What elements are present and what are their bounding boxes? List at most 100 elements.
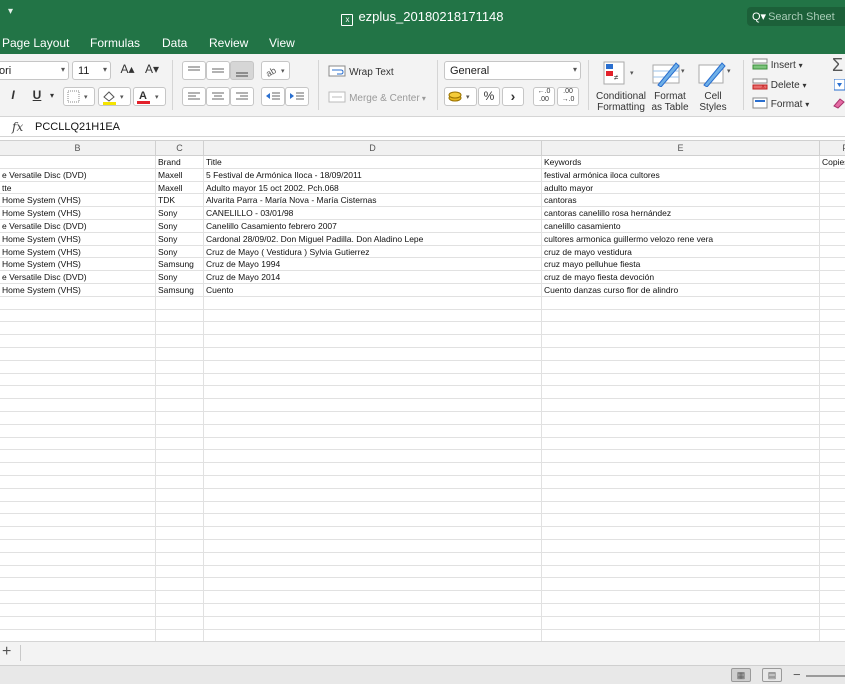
cell-e[interactable]: festival armónica iloca cultores (542, 168, 820, 182)
cell-c[interactable]: Sony (156, 207, 204, 220)
cell-c[interactable] (156, 309, 204, 323)
cell-b[interactable]: e Versatile Disc (DVD) (0, 220, 156, 233)
cell-e[interactable]: cantoras canelillo rosa hernández (542, 207, 820, 220)
align-center-button[interactable] (206, 87, 230, 106)
merge-center-button[interactable]: Merge & Center ▾ (328, 91, 426, 104)
cell-e[interactable] (542, 360, 820, 374)
cell-b[interactable] (0, 322, 156, 336)
tab-review[interactable]: Review (209, 36, 248, 50)
search-sheet-input[interactable]: Q▾ Search Sheet (747, 7, 845, 26)
zoom-out-button[interactable]: − (793, 667, 801, 682)
cell-f[interactable] (820, 540, 845, 553)
shrink-font-button[interactable]: A▾ (141, 61, 163, 80)
cell-c[interactable] (156, 552, 204, 566)
cell-f[interactable] (820, 578, 845, 591)
add-sheet-button[interactable]: + (2, 643, 11, 661)
cell-b[interactable] (0, 373, 156, 387)
cell-c[interactable] (156, 412, 204, 425)
align-left-button[interactable] (182, 87, 206, 106)
cell-b[interactable] (0, 424, 156, 438)
cell-styles-icon[interactable]: ▾ (696, 59, 734, 90)
cell-d[interactable] (204, 629, 542, 641)
font-name-select[interactable]: ori ▾ (0, 61, 69, 80)
cell-c[interactable] (156, 604, 204, 617)
cell-b[interactable] (0, 156, 156, 169)
cell-c[interactable] (156, 322, 204, 336)
font-size-select[interactable]: 11 ▾ (72, 61, 111, 80)
cell-b[interactable] (0, 565, 156, 579)
cell-e[interactable] (542, 476, 820, 489)
cell-d[interactable]: Cruz de Mayo 1994 (204, 258, 542, 272)
cell-f[interactable]: Copies (820, 156, 845, 169)
comma-style-button[interactable]: › (502, 87, 524, 106)
cell-f[interactable] (820, 297, 845, 310)
cell-b[interactable] (0, 488, 156, 502)
cell-e[interactable]: cantoras (542, 194, 820, 208)
format-button[interactable]: Format ▾ (752, 97, 809, 110)
cell-b[interactable]: Home System (VHS) (0, 284, 156, 297)
decrease-indent-button[interactable] (261, 87, 285, 106)
column-header-e[interactable]: E (542, 141, 820, 156)
cell-e[interactable] (542, 450, 820, 464)
underline-button[interactable]: U (28, 87, 46, 106)
cell-b[interactable] (0, 540, 156, 553)
cell-b[interactable]: Home System (VHS) (0, 207, 156, 220)
cell-c[interactable] (156, 591, 204, 604)
cell-f[interactable] (820, 386, 845, 399)
cell-c[interactable] (156, 476, 204, 489)
number-format-select[interactable]: General ▾ (444, 61, 581, 80)
cell-f[interactable] (820, 335, 845, 348)
cell-d[interactable] (204, 386, 542, 400)
page-layout-view-icon[interactable]: ▤ (762, 668, 782, 682)
cell-f[interactable] (820, 412, 845, 425)
cell-e[interactable] (542, 552, 820, 566)
cell-e[interactable]: cultores armonica guillermo velozo rene … (542, 232, 820, 246)
cell-c[interactable]: Sony (156, 232, 204, 246)
cell-b[interactable] (0, 616, 156, 630)
cell-f[interactable] (820, 463, 845, 476)
cell-e[interactable] (542, 514, 820, 528)
cell-d[interactable] (204, 476, 542, 489)
cell-b[interactable] (0, 514, 156, 528)
cell-c[interactable] (156, 501, 204, 515)
cell-c[interactable] (156, 399, 204, 412)
align-middle-button[interactable] (206, 61, 230, 80)
fill-color-button[interactable]: ▾ (98, 87, 131, 106)
formula-input[interactable]: PCCLLQ21H1EA (35, 121, 120, 133)
cell-c[interactable] (156, 437, 204, 451)
cell-b[interactable] (0, 450, 156, 464)
cell-e[interactable] (542, 373, 820, 387)
eraser-icon[interactable] (832, 97, 845, 112)
cell-c[interactable] (156, 616, 204, 630)
sheet-grid[interactable]: BrandTitleKeywordsCopiese Versatile Disc… (0, 156, 845, 641)
cell-f[interactable] (820, 271, 845, 284)
cell-c[interactable]: Sony (156, 245, 204, 259)
cell-b[interactable] (0, 386, 156, 400)
cell-d[interactable]: Cruz de Mayo ( Vestidura ) Sylvia Gutier… (204, 245, 542, 259)
cell-c[interactable] (156, 514, 204, 528)
cell-c[interactable] (156, 296, 204, 310)
cell-e[interactable] (542, 296, 820, 310)
cell-d[interactable] (204, 309, 542, 323)
cell-e[interactable]: adulto mayor (542, 181, 820, 195)
autosum-button[interactable]: Σ (832, 55, 843, 76)
cell-d[interactable] (204, 463, 542, 476)
cell-f[interactable] (820, 617, 845, 630)
fx-icon[interactable]: fx (12, 120, 23, 134)
percent-button[interactable]: % (478, 87, 500, 106)
cell-d[interactable] (204, 348, 542, 361)
cell-b[interactable] (0, 501, 156, 515)
cell-b[interactable] (0, 335, 156, 348)
cell-f[interactable] (820, 258, 845, 271)
cell-e[interactable] (542, 629, 820, 641)
cell-d[interactable] (204, 616, 542, 630)
column-header-d[interactable]: D (204, 141, 542, 156)
cell-c[interactable]: Brand (156, 156, 204, 169)
cell-d[interactable]: Alvarita Parra - María Nova - María Cist… (204, 194, 542, 208)
chevron-down-icon[interactable]: ▾ (47, 91, 57, 103)
fill-down-icon[interactable] (833, 78, 845, 94)
cell-f[interactable] (820, 310, 845, 323)
cell-e[interactable]: cruz de mayo fiesta devoción (542, 271, 820, 284)
align-bottom-button[interactable] (230, 61, 254, 80)
cell-b[interactable] (0, 591, 156, 604)
